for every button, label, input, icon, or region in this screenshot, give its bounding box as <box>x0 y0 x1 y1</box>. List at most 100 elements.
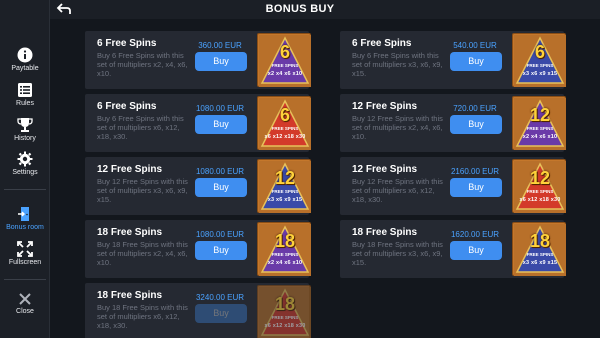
offer-description: Buy 18 Free Spins with this set of multi… <box>97 303 188 330</box>
buy-button[interactable]: Buy <box>450 115 502 134</box>
sidebar-item-rules[interactable]: Rules <box>0 82 50 107</box>
offer-price: 1080.00 EUR <box>195 104 245 113</box>
tile-number: 18 <box>274 231 296 251</box>
sidebar-item-label: Fullscreen <box>8 259 42 266</box>
door-icon <box>18 207 29 221</box>
tile-multipliers: x6 x12 x18 x30 <box>519 197 561 203</box>
sidebar-item-label: Paytable <box>11 65 39 72</box>
tile-number: 12 <box>529 105 551 125</box>
offer-card: 18 Free Spins Buy 18 Free Spins with this… <box>340 220 566 278</box>
buy-button[interactable]: Buy <box>195 178 247 197</box>
tile-multipliers: x2 x4 x6 x10 <box>522 134 558 140</box>
sidebar: Paytable Rules History Settings Bonus ro… <box>0 0 50 338</box>
tile-number: 12 <box>529 168 551 188</box>
tile-multipliers: x2 x4 x6 x10 <box>267 71 303 77</box>
list-icon <box>18 83 32 97</box>
sidebar-item-fullscreen[interactable]: Fullscreen <box>0 241 50 266</box>
offer-title: 12 Free Spins <box>352 164 418 175</box>
offer-price: 1080.00 EUR <box>195 230 245 239</box>
free-spins-tile: 12 FREE SPINS x2 x4 x6 x10 <box>512 96 566 150</box>
buy-button[interactable]: Buy <box>195 304 247 323</box>
free-spins-tile: 12 FREE SPINS x3 x6 x9 x15 <box>257 159 311 213</box>
free-spins-tile: 6 FREE SPINS x2 x4 x6 x10 <box>257 33 311 87</box>
offer-price: 360.00 EUR <box>198 41 242 50</box>
tile-free-spins-label: FREE SPINS <box>271 63 299 68</box>
free-spins-tile: 12 FREE SPINS x6 x12 x18 x30 <box>512 159 566 213</box>
buy-button[interactable]: Buy <box>195 52 247 71</box>
sidebar-item-paytable[interactable]: Paytable <box>0 47 50 72</box>
offer-card: 6 Free Spins Buy 6 Free Spins with this s… <box>85 94 311 152</box>
offer-card: 6 Free Spins Buy 6 Free Spins with this s… <box>340 31 566 89</box>
offer-price: 1620.00 EUR <box>450 230 500 239</box>
sidebar-item-close[interactable]: Close <box>0 292 50 315</box>
offer-title: 6 Free Spins <box>97 101 157 112</box>
sidebar-item-label: Close <box>16 308 34 315</box>
offer-price: 3240.00 EUR <box>195 293 245 302</box>
tile-multipliers: x6 x12 x18 x30 <box>264 323 306 329</box>
offer-price: 2160.00 EUR <box>450 167 500 176</box>
sidebar-item-label: Settings <box>12 169 38 176</box>
fullscreen-icon <box>17 241 33 257</box>
offer-card: 12 Free Spins Buy 12 Free Spins with this… <box>85 157 311 215</box>
offer-card: 6 Free Spins Buy 6 Free Spins with this s… <box>85 31 311 89</box>
tile-multipliers: x3 x6 x9 x15 <box>522 71 558 77</box>
sidebar-item-history[interactable]: History <box>0 117 50 142</box>
buy-button[interactable]: Buy <box>450 52 502 71</box>
buy-button[interactable]: Buy <box>450 178 502 197</box>
tile-number: 18 <box>529 231 551 251</box>
offer-description: Buy 12 Free Spins with this set of multi… <box>352 177 443 204</box>
offer-description: Buy 18 Free Spins with this set of multi… <box>97 240 188 267</box>
offer-card: 18 Free Spins Buy 18 Free Spins with this… <box>85 220 311 278</box>
tile-free-spins-label: FREE SPINS <box>271 315 299 320</box>
tile-number: 18 <box>274 294 296 314</box>
tile-multipliers: x3 x6 x9 x15 <box>267 197 303 203</box>
offer-description: Buy 6 Free Spins with this set of multip… <box>352 51 443 78</box>
tile-free-spins-label: FREE SPINS <box>271 252 299 257</box>
offer-card: 18 Free Spins Buy 18 Free Spins with this… <box>85 283 311 338</box>
sidebar-item-label: Rules <box>16 100 34 107</box>
buy-button[interactable]: Buy <box>195 241 247 260</box>
free-spins-tile: 6 FREE SPINS x6 x12 x18 x30 <box>257 96 311 150</box>
tile-number: 12 <box>274 168 296 188</box>
offer-title: 18 Free Spins <box>97 227 163 238</box>
offer-title: 12 Free Spins <box>97 164 163 175</box>
sidebar-item-settings[interactable]: Settings <box>0 151 50 176</box>
tile-multipliers: x6 x12 x18 x30 <box>264 134 306 140</box>
offer-title: 18 Free Spins <box>352 227 418 238</box>
offer-price: 1080.00 EUR <box>195 167 245 176</box>
offer-title: 6 Free Spins <box>352 38 412 49</box>
tile-free-spins-label: FREE SPINS <box>526 126 554 131</box>
offer-card: 12 Free Spins Buy 12 Free Spins with this… <box>340 157 566 215</box>
sidebar-item-bonus-room[interactable]: Bonus room <box>0 206 50 231</box>
offer-card: 12 Free Spins Buy 12 Free Spins with this… <box>340 94 566 152</box>
tile-free-spins-label: FREE SPINS <box>526 189 554 194</box>
offer-title: 18 Free Spins <box>97 290 163 301</box>
bonus-buy-screen: BONUS BUY Paytable Rules History Setting… <box>0 0 600 338</box>
free-spins-tile: 18 FREE SPINS x3 x6 x9 x15 <box>512 222 566 276</box>
gear-icon <box>17 151 33 167</box>
offer-description: Buy 18 Free Spins with this set of multi… <box>352 240 443 267</box>
tile-multipliers: x2 x4 x6 x10 <box>267 260 303 266</box>
offer-price: 720.00 EUR <box>453 104 497 113</box>
offer-description: Buy 6 Free Spins with this set of multip… <box>97 114 184 141</box>
offer-description: Buy 6 Free Spins with this set of multip… <box>97 51 188 78</box>
tile-free-spins-label: FREE SPINS <box>271 189 299 194</box>
sidebar-divider <box>4 189 46 190</box>
page-title: BONUS BUY <box>265 3 335 15</box>
sidebar-item-label: Bonus room <box>6 224 44 231</box>
offer-description: Buy 12 Free Spins with this set of multi… <box>97 177 188 204</box>
offer-title: 6 Free Spins <box>97 38 157 49</box>
tile-free-spins-label: FREE SPINS <box>526 252 554 257</box>
sidebar-item-label: History <box>14 135 36 142</box>
tile-free-spins-label: FREE SPINS <box>271 126 299 131</box>
offers-grid: 6 Free Spins Buy 6 Free Spins with this s… <box>50 19 600 338</box>
buy-button[interactable]: Buy <box>195 115 247 134</box>
tile-number: 6 <box>279 105 290 125</box>
offer-title: 12 Free Spins <box>352 101 418 112</box>
buy-button[interactable]: Buy <box>450 241 502 260</box>
sidebar-divider <box>4 279 46 280</box>
close-icon <box>19 293 31 305</box>
trophy-icon <box>17 118 33 132</box>
tile-number: 6 <box>279 42 290 62</box>
tile-free-spins-label: FREE SPINS <box>526 63 554 68</box>
